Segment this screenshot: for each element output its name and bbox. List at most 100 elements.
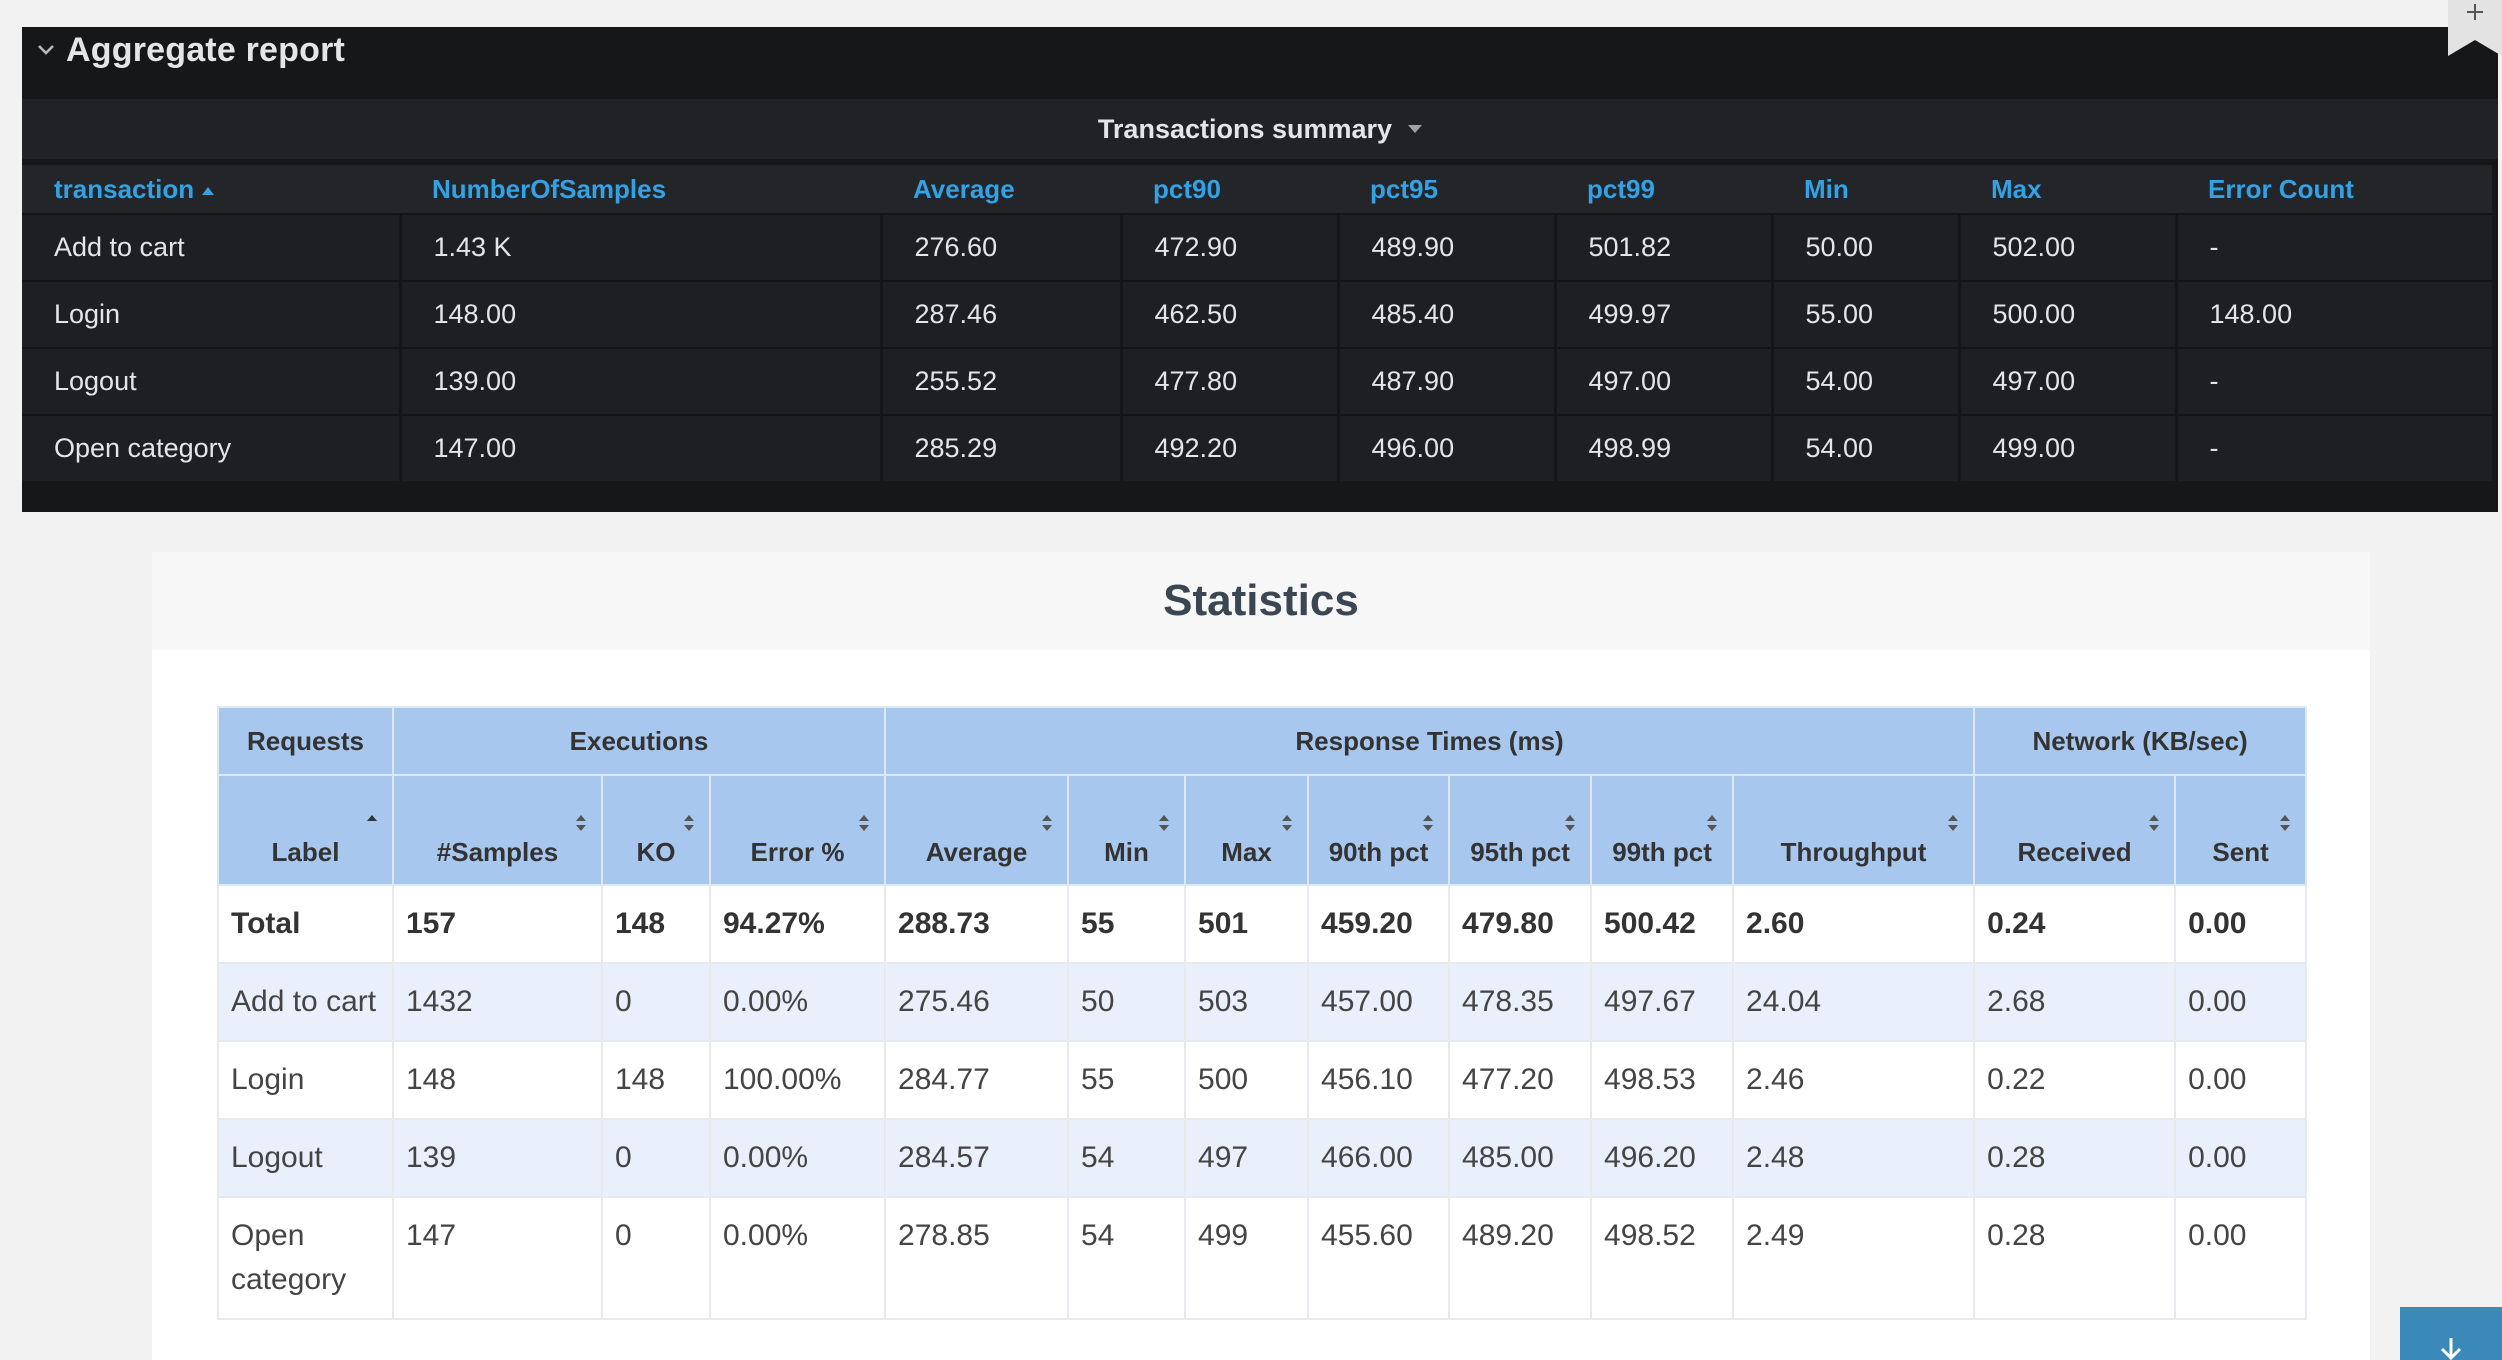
cell-pct99: 499.97: [1555, 280, 1774, 348]
cell-pct95: 485.40: [1338, 280, 1557, 348]
cell-sent: 0.00: [2174, 1196, 2308, 1320]
cell-average: 284.77: [884, 1040, 1070, 1120]
column-header-min[interactable]: Min: [1772, 165, 1959, 214]
panel-title-row[interactable]: Aggregate report: [22, 27, 345, 73]
cell-ko: 0: [601, 1118, 711, 1198]
column-header-error-count[interactable]: Error Count: [2176, 165, 2492, 214]
transactions-summary-header[interactable]: Transactions summary: [22, 99, 2498, 159]
cell-samples: 139: [392, 1118, 603, 1198]
chevron-down-icon[interactable]: [26, 27, 66, 73]
cell-error-percent: 94.27%: [708, 884, 887, 964]
column-header-pct99[interactable]: pct99: [1555, 165, 1772, 214]
column-header-max[interactable]: Max: [1959, 165, 2176, 214]
cell-transaction: Login: [22, 280, 402, 348]
cell-pct95: 487.90: [1338, 347, 1557, 415]
table-row: Add to cart 1.43 K 276.60 472.90 489.90 …: [22, 213, 2492, 281]
column-header-ko[interactable]: KO: [601, 774, 711, 886]
sort-icon: [1282, 815, 1293, 831]
cell-max: 500: [1184, 1040, 1310, 1120]
scroll-down-button[interactable]: [2400, 1307, 2502, 1360]
cell-sent: 0.00: [2174, 884, 2308, 964]
sort-icon: [2280, 815, 2291, 831]
sort-icon: [1565, 815, 1576, 831]
cell-samples: 148: [392, 1040, 603, 1120]
cell-pct90: 477.80: [1121, 347, 1340, 415]
cell-90th-pct: 459.20: [1307, 884, 1451, 964]
group-header-executions: Executions: [391, 706, 887, 776]
column-header-average[interactable]: Average: [884, 774, 1070, 886]
column-header-99th-pct[interactable]: 99th pct: [1590, 774, 1735, 886]
cell-pct99: 497.00: [1555, 347, 1774, 415]
cell-max: 499.00: [1959, 414, 2178, 481]
sort-icon: [2149, 815, 2160, 831]
cell-sent: 0.00: [2174, 1118, 2308, 1198]
group-header-network: Network (KB/sec): [1973, 706, 2308, 776]
column-header-max[interactable]: Max: [1184, 774, 1310, 886]
cell-99th-pct: 500.42: [1590, 884, 1735, 964]
cell-label: Open category: [217, 1196, 394, 1320]
column-header-error-percent[interactable]: Error %: [708, 774, 887, 886]
cell-received: 2.68: [1973, 962, 2177, 1042]
column-header-pct90[interactable]: pct90: [1121, 165, 1338, 214]
cell-received: 0.28: [1973, 1196, 2177, 1320]
arrow-down-icon: [2440, 1338, 2462, 1360]
column-header-sent[interactable]: Sent: [2174, 774, 2308, 886]
cell-samples: 147: [392, 1196, 603, 1320]
cell-max: 499: [1184, 1196, 1310, 1320]
table-row: Open category 147.00 285.29 492.20 496.0…: [22, 414, 2492, 481]
cell-average: 255.52: [881, 347, 1123, 415]
sort-icon: [576, 815, 586, 831]
panel-title: Aggregate report: [66, 30, 346, 69]
cell-95th-pct: 478.35: [1448, 962, 1593, 1042]
cell-90th-pct: 456.10: [1307, 1040, 1451, 1120]
cell-error-percent: 0.00%: [708, 1196, 887, 1320]
caret-down-icon[interactable]: [1408, 125, 1423, 133]
cell-pct90: 462.50: [1121, 280, 1340, 348]
cell-samples: 148.00: [400, 280, 883, 348]
cell-min: 50.00: [1772, 213, 1961, 281]
cell-90th-pct: 455.60: [1307, 1196, 1451, 1320]
column-header-90th-pct[interactable]: 90th pct: [1307, 774, 1451, 886]
column-header-label[interactable]: Label: [217, 774, 394, 886]
sort-icon: [1042, 815, 1053, 831]
statistics-table: Requests Executions Response Times (ms) …: [217, 706, 2308, 1320]
statistics-header[interactable]: Statistics: [152, 552, 2370, 650]
cell-samples: 147.00: [400, 414, 883, 481]
group-header-row: Requests Executions Response Times (ms) …: [217, 706, 2308, 776]
cell-received: 0.24: [1973, 884, 2177, 964]
column-header-throughput[interactable]: Throughput: [1732, 774, 1976, 886]
group-header-response-times: Response Times (ms): [884, 706, 1976, 776]
cell-max: 497: [1184, 1118, 1310, 1198]
aggregate-report-panel: Aggregate report Transactions summary tr…: [22, 27, 2498, 512]
cell-max: 497.00: [1959, 347, 2178, 415]
bookmark-add-icon[interactable]: [2448, 0, 2502, 56]
cell-99th-pct: 498.53: [1590, 1040, 1735, 1120]
cell-received: 0.22: [1973, 1040, 2177, 1120]
table-row: Open category 147 0 0.00% 278.85 54 499 …: [217, 1196, 2308, 1320]
column-header-min[interactable]: Min: [1067, 774, 1187, 886]
group-header-requests: Requests: [217, 706, 394, 776]
column-header-samples[interactable]: #Samples: [392, 774, 603, 886]
column-header-transaction[interactable]: transaction: [22, 165, 400, 214]
column-header-received[interactable]: Received: [1973, 774, 2177, 886]
cell-90th-pct: 466.00: [1307, 1118, 1451, 1198]
column-header-average[interactable]: Average: [881, 165, 1121, 214]
cell-pct90: 492.20: [1121, 414, 1340, 481]
statistics-card: Statistics Requests Executions Response …: [152, 552, 2370, 1360]
table-row: Logout 139 0 0.00% 284.57 54 497 466.00 …: [217, 1118, 2308, 1198]
table-header-row: transaction NumberOfSamples Average pct9…: [22, 165, 2492, 214]
column-header-95th-pct[interactable]: 95th pct: [1448, 774, 1593, 886]
cell-samples: 139.00: [400, 347, 883, 415]
cell-min: 54: [1067, 1196, 1187, 1320]
sort-icon: [1707, 815, 1718, 831]
column-header-pct95[interactable]: pct95: [1338, 165, 1555, 214]
cell-average: 284.57: [884, 1118, 1070, 1198]
cell-average: 285.29: [881, 414, 1123, 481]
cell-throughput: 2.49: [1732, 1196, 1976, 1320]
cell-transaction: Add to cart: [22, 213, 402, 281]
cell-label: Add to cart: [217, 962, 394, 1042]
column-header-numberofsamples[interactable]: NumberOfSamples: [400, 165, 881, 214]
cell-label: Login: [217, 1040, 394, 1120]
cell-samples: 1.43 K: [400, 213, 883, 281]
sort-icon: [1423, 815, 1434, 831]
